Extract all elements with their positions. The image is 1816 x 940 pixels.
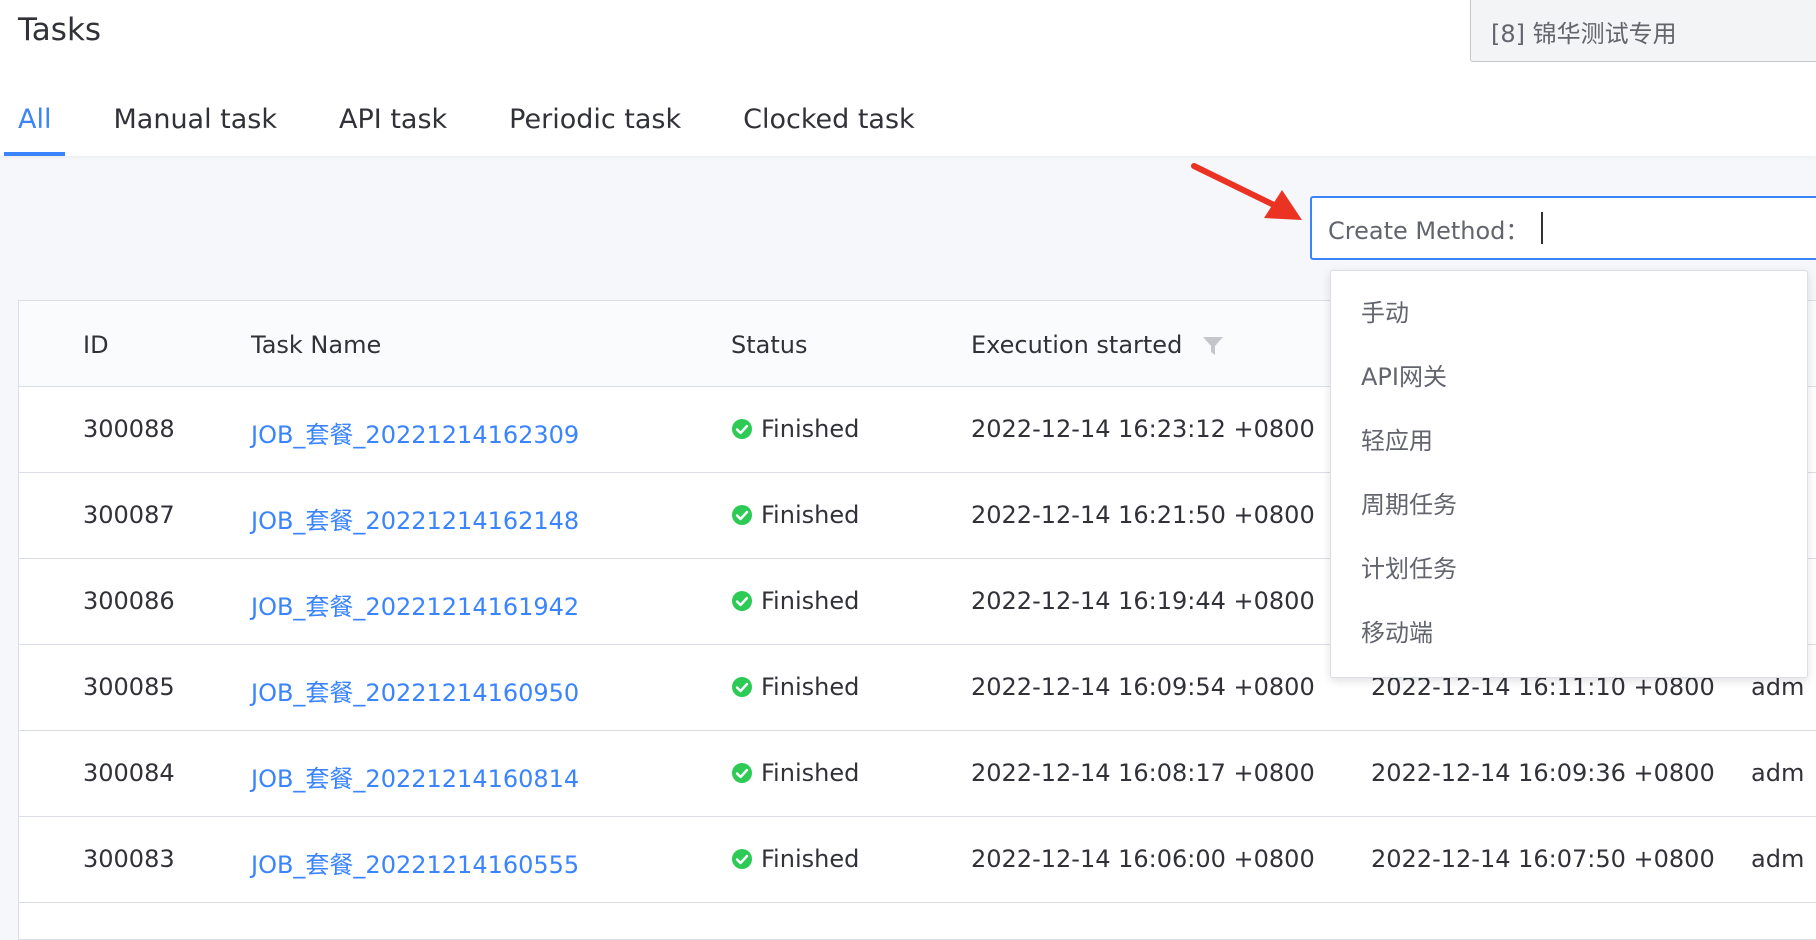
row-id: 300083 [83, 845, 175, 873]
status-cell: Finished [731, 501, 859, 529]
page-header: Tasks [8] 锦华测试专用 All Manual task API tas… [0, 0, 1816, 156]
tab-api-task[interactable]: API task [339, 96, 447, 156]
creator-cell: adm [1751, 759, 1805, 787]
row-id: 300087 [83, 501, 175, 529]
task-name-link[interactable]: JOB_套餐_20221214162148 [251, 501, 579, 536]
tab-periodic-task[interactable]: Periodic task [509, 96, 681, 156]
execution-started-cell: 2022-12-14 16:09:54 +0800 [971, 673, 1315, 701]
creator-cell: adm [1751, 845, 1805, 873]
task-name-link[interactable]: JOB_套餐_20221214160555 [251, 845, 579, 880]
tab-clocked-task[interactable]: Clocked task [743, 96, 915, 156]
row-id: 300086 [83, 587, 175, 615]
row-id: 300084 [83, 759, 175, 787]
status-text: Finished [761, 673, 860, 701]
create-method-label: Create Method： [1328, 216, 1530, 245]
execution-started-cell: 2022-12-14 16:21:50 +0800 [971, 501, 1315, 529]
filter-icon[interactable] [1202, 335, 1224, 357]
task-name-link[interactable]: JOB_套餐_20221214162309 [251, 415, 579, 450]
execution-started-cell: 2022-12-14 16:23:12 +0800 [971, 415, 1315, 443]
status-text: Finished [761, 415, 860, 443]
annotation-arrow-icon [1191, 163, 1302, 220]
status-text: Finished [761, 759, 860, 787]
execution-finished-cell: 2022-12-14 16:07:50 +0800 [1371, 845, 1715, 873]
status-cell: Finished [731, 673, 859, 701]
execution-finished-cell: 2022-12-14 16:09:36 +0800 [1371, 759, 1715, 787]
column-header-execution-started: Execution started [971, 331, 1224, 359]
table-row: 300084 JOB_套餐_20221214160814 Finished 20… [19, 731, 1816, 817]
success-check-icon [732, 591, 752, 611]
execution-started-cell: 2022-12-14 16:19:44 +0800 [971, 587, 1315, 615]
dropdown-option-periodic-task[interactable]: 周期任务 [1331, 473, 1807, 537]
row-id: 300085 [83, 673, 175, 701]
status-text: Finished [761, 845, 860, 873]
task-name-link[interactable]: JOB_套餐_20221214160950 [251, 673, 579, 708]
status-cell: Finished [731, 587, 859, 615]
success-check-icon [732, 419, 752, 439]
execution-started-cell: 2022-12-14 16:06:00 +0800 [971, 845, 1315, 873]
task-type-tabs: All Manual task API task Periodic task C… [4, 96, 977, 156]
create-method-filter-input[interactable]: Create Method： [1310, 196, 1816, 260]
success-check-icon [732, 677, 752, 697]
column-header-task-name: Task Name [251, 331, 382, 359]
status-cell: Finished [731, 845, 859, 873]
page-title: Tasks [18, 12, 102, 48]
dropdown-option-api-gateway[interactable]: API网关 [1331, 345, 1807, 409]
dropdown-option-light-app[interactable]: 轻应用 [1331, 409, 1807, 473]
tab-all[interactable]: All [4, 96, 66, 156]
table-row: 300083 JOB_套餐_20221214160555 Finished 20… [19, 817, 1816, 903]
text-caret [1541, 212, 1544, 244]
dropdown-option-planned-task[interactable]: 计划任务 [1331, 537, 1807, 601]
project-select[interactable]: [8] 锦华测试专用 [1470, 0, 1816, 62]
task-name-link[interactable]: JOB_套餐_20221214160814 [251, 759, 579, 794]
row-id: 300088 [83, 415, 175, 443]
create-method-dropdown: 手动 API网关 轻应用 周期任务 计划任务 移动端 [1330, 270, 1808, 678]
dropdown-option-manual[interactable]: 手动 [1331, 281, 1807, 345]
status-text: Finished [761, 501, 860, 529]
status-cell: Finished [731, 759, 859, 787]
column-header-status: Status [731, 331, 808, 359]
success-check-icon [732, 849, 752, 869]
success-check-icon [732, 505, 752, 525]
success-check-icon [732, 763, 752, 783]
status-cell: Finished [731, 415, 859, 443]
column-header-execution-started-label: Execution started [971, 331, 1183, 359]
task-name-link[interactable]: JOB_套餐_20221214161942 [251, 587, 579, 622]
column-header-id: ID [83, 331, 109, 359]
execution-started-cell: 2022-12-14 16:08:17 +0800 [971, 759, 1315, 787]
dropdown-option-mobile[interactable]: 移动端 [1331, 601, 1807, 665]
status-text: Finished [761, 587, 860, 615]
tab-manual-task[interactable]: Manual task [113, 96, 277, 156]
